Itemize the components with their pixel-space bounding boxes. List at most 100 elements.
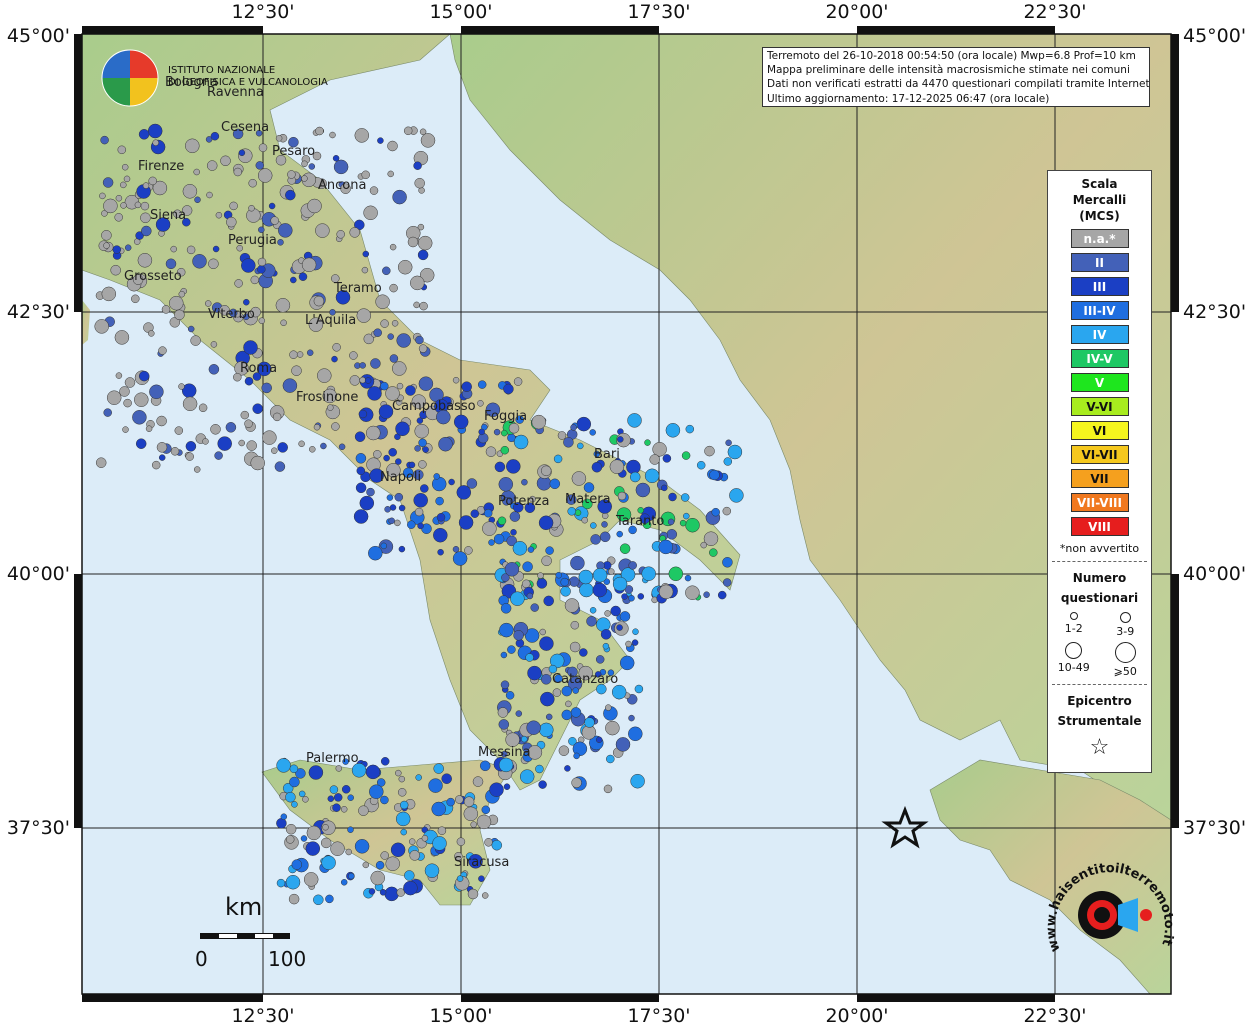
intensity-point <box>413 161 422 170</box>
intensity-point <box>552 688 562 697</box>
intensity-point <box>527 546 535 553</box>
intensity-point <box>380 757 390 766</box>
legend-separator <box>1052 561 1147 562</box>
intensity-point <box>668 492 677 502</box>
legend-swatch: VI-VII <box>1070 445 1129 464</box>
intensity-point <box>169 295 184 311</box>
intensity-point <box>395 811 411 827</box>
intensity-point <box>301 160 308 168</box>
intensity-point <box>590 522 597 529</box>
scale-zero: 0 <box>195 947 208 971</box>
intensity-point <box>573 752 580 760</box>
intensity-point <box>210 424 221 435</box>
legend-note: *non avvertito <box>1059 542 1140 555</box>
intensity-point <box>456 837 466 846</box>
intensity-point <box>329 131 336 139</box>
intensity-point <box>584 717 595 728</box>
legend-swatch: VII-VIII <box>1070 493 1129 512</box>
intensity-point <box>394 519 401 527</box>
intensity-point <box>579 582 594 598</box>
intensity-point <box>124 377 136 388</box>
intensity-point <box>561 685 573 697</box>
intensity-point <box>325 894 334 904</box>
intensity-point <box>248 204 255 212</box>
intensity-point <box>589 429 596 436</box>
intensity-point <box>317 368 332 383</box>
scale-bar-line <box>200 933 290 939</box>
legend-separator-2 <box>1052 684 1147 685</box>
intensity-point <box>553 454 563 464</box>
legend-swatch: III-IV <box>1070 301 1129 320</box>
intensity-point <box>257 168 273 183</box>
intensity-point <box>358 805 369 816</box>
scale-hundred: 100 <box>268 947 307 971</box>
intensity-point <box>579 648 588 657</box>
legend-title-line-2: Mercalli <box>1072 193 1127 207</box>
intensity-point <box>696 460 706 470</box>
intensity-point <box>296 351 304 358</box>
intensity-point <box>220 155 231 167</box>
intensity-point <box>455 795 464 804</box>
intensity-point <box>285 874 301 890</box>
intensity-point <box>308 765 324 780</box>
intensity-point <box>414 445 421 452</box>
intensity-point <box>414 507 424 517</box>
intensity-point <box>583 482 595 493</box>
intensity-point <box>513 434 529 450</box>
intensity-point <box>601 521 608 528</box>
legend-swatches: n.a.* II III III-IV IV IV-V V V-VI VI VI-VII VII VI… <box>1048 229 1151 536</box>
intensity-point <box>611 684 627 700</box>
intensity-point <box>513 630 524 641</box>
intensity-point <box>349 227 360 238</box>
intensity-point <box>685 585 700 600</box>
intensity-point <box>385 856 400 871</box>
intensity-point <box>349 351 358 360</box>
intensity-point <box>362 250 370 258</box>
intensity-point <box>481 805 491 815</box>
intensity-point <box>557 431 567 440</box>
intensity-point <box>272 412 282 422</box>
intensity-point <box>446 797 455 807</box>
intensity-point <box>438 436 453 452</box>
legend-swatch: VIII <box>1070 517 1129 536</box>
intensity-point <box>541 555 552 567</box>
intensity-point <box>120 202 127 209</box>
city-label: Pesaro <box>272 144 315 159</box>
intensity-point <box>147 123 163 139</box>
intensity-point <box>307 198 322 214</box>
intensity-point <box>616 530 623 538</box>
intensity-point <box>631 639 639 646</box>
intensity-point <box>568 576 580 587</box>
intensity-point <box>368 888 376 895</box>
intensity-point <box>500 445 510 455</box>
intensity-point <box>380 795 389 805</box>
intensity-point <box>436 513 446 522</box>
intensity-point <box>441 773 452 784</box>
intensity-point <box>208 258 219 270</box>
city-label: Frosinone <box>296 390 358 405</box>
lon-tick-label: 15°00' <box>429 1005 492 1024</box>
intensity-point <box>493 533 505 545</box>
intensity-point <box>250 275 260 285</box>
intensity-point <box>226 216 237 228</box>
intensity-point <box>289 776 300 788</box>
lon-tick-label: 22°30' <box>1023 1005 1086 1024</box>
intensity-point <box>608 568 615 575</box>
intensity-point <box>366 425 381 441</box>
intensity-point <box>545 546 554 555</box>
intensity-point <box>215 211 223 219</box>
intensity-point <box>571 471 587 486</box>
intensity-point <box>365 764 381 780</box>
intensity-point <box>363 205 378 221</box>
intensity-point <box>570 424 577 431</box>
intensity-point <box>170 447 180 456</box>
city-label: Palermo <box>306 751 359 766</box>
intensity-point <box>709 469 720 481</box>
size-1-2-icon <box>1069 612 1078 620</box>
intensity-point <box>482 521 497 536</box>
intensity-point <box>388 448 397 457</box>
city-label: Napoli <box>380 470 421 485</box>
intensity-point <box>515 638 525 648</box>
intensity-point <box>234 279 243 288</box>
size-label-4: ⩾50 <box>1113 665 1137 678</box>
